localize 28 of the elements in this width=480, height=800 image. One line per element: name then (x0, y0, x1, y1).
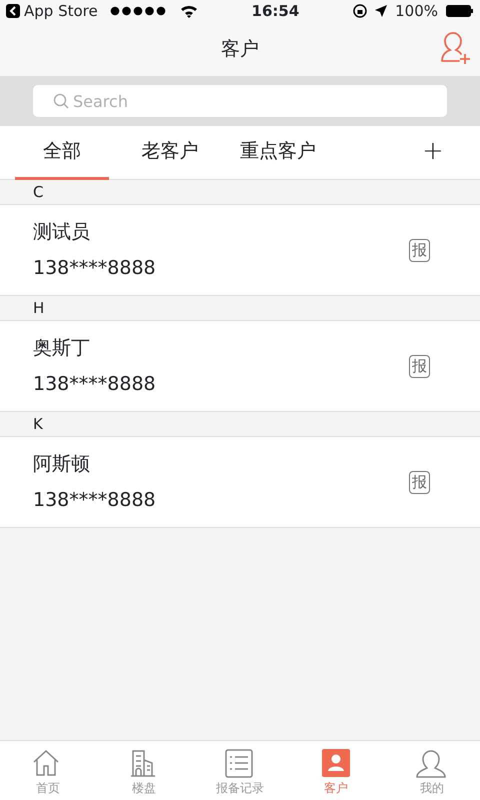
rotation-lock-icon (353, 4, 368, 18)
contact-card-icon (319, 748, 353, 779)
report-button[interactable]: 报 (409, 470, 430, 494)
customer-phone: 138****8888 (33, 372, 157, 397)
clock: 16:54 (252, 0, 300, 22)
back-icon[interactable] (6, 4, 20, 18)
location-icon (375, 5, 388, 17)
battery-percentage: 100% (395, 0, 438, 22)
battery-icon (446, 5, 474, 17)
tab[interactable]: 老客户 (123, 126, 217, 180)
customer-phone: 138****8888 (33, 488, 157, 513)
add-person-icon[interactable] (438, 30, 472, 66)
customer-name: 奥斯丁 (33, 336, 91, 360)
page-title: 客户 (221, 36, 259, 62)
wifi-icon (180, 4, 198, 18)
customer-name: 测试员 (33, 220, 91, 244)
customer-name: 阿斯顿 (33, 452, 91, 476)
back-app-label[interactable]: App Store (24, 0, 98, 22)
report-button[interactable]: 报 (409, 354, 430, 378)
person-icon (415, 748, 449, 779)
customer-phone: 138****8888 (33, 256, 157, 281)
add-tab-button[interactable]: + (393, 126, 473, 180)
tab[interactable]: 重点客户 (231, 126, 325, 180)
tab-bar-item[interactable]: 我的 (384, 741, 480, 800)
tab-bar-item[interactable]: 客户 (288, 741, 384, 800)
search-field[interactable]: Search (33, 85, 447, 117)
signal-icon (110, 6, 168, 16)
report-button[interactable]: 报 (409, 238, 430, 262)
